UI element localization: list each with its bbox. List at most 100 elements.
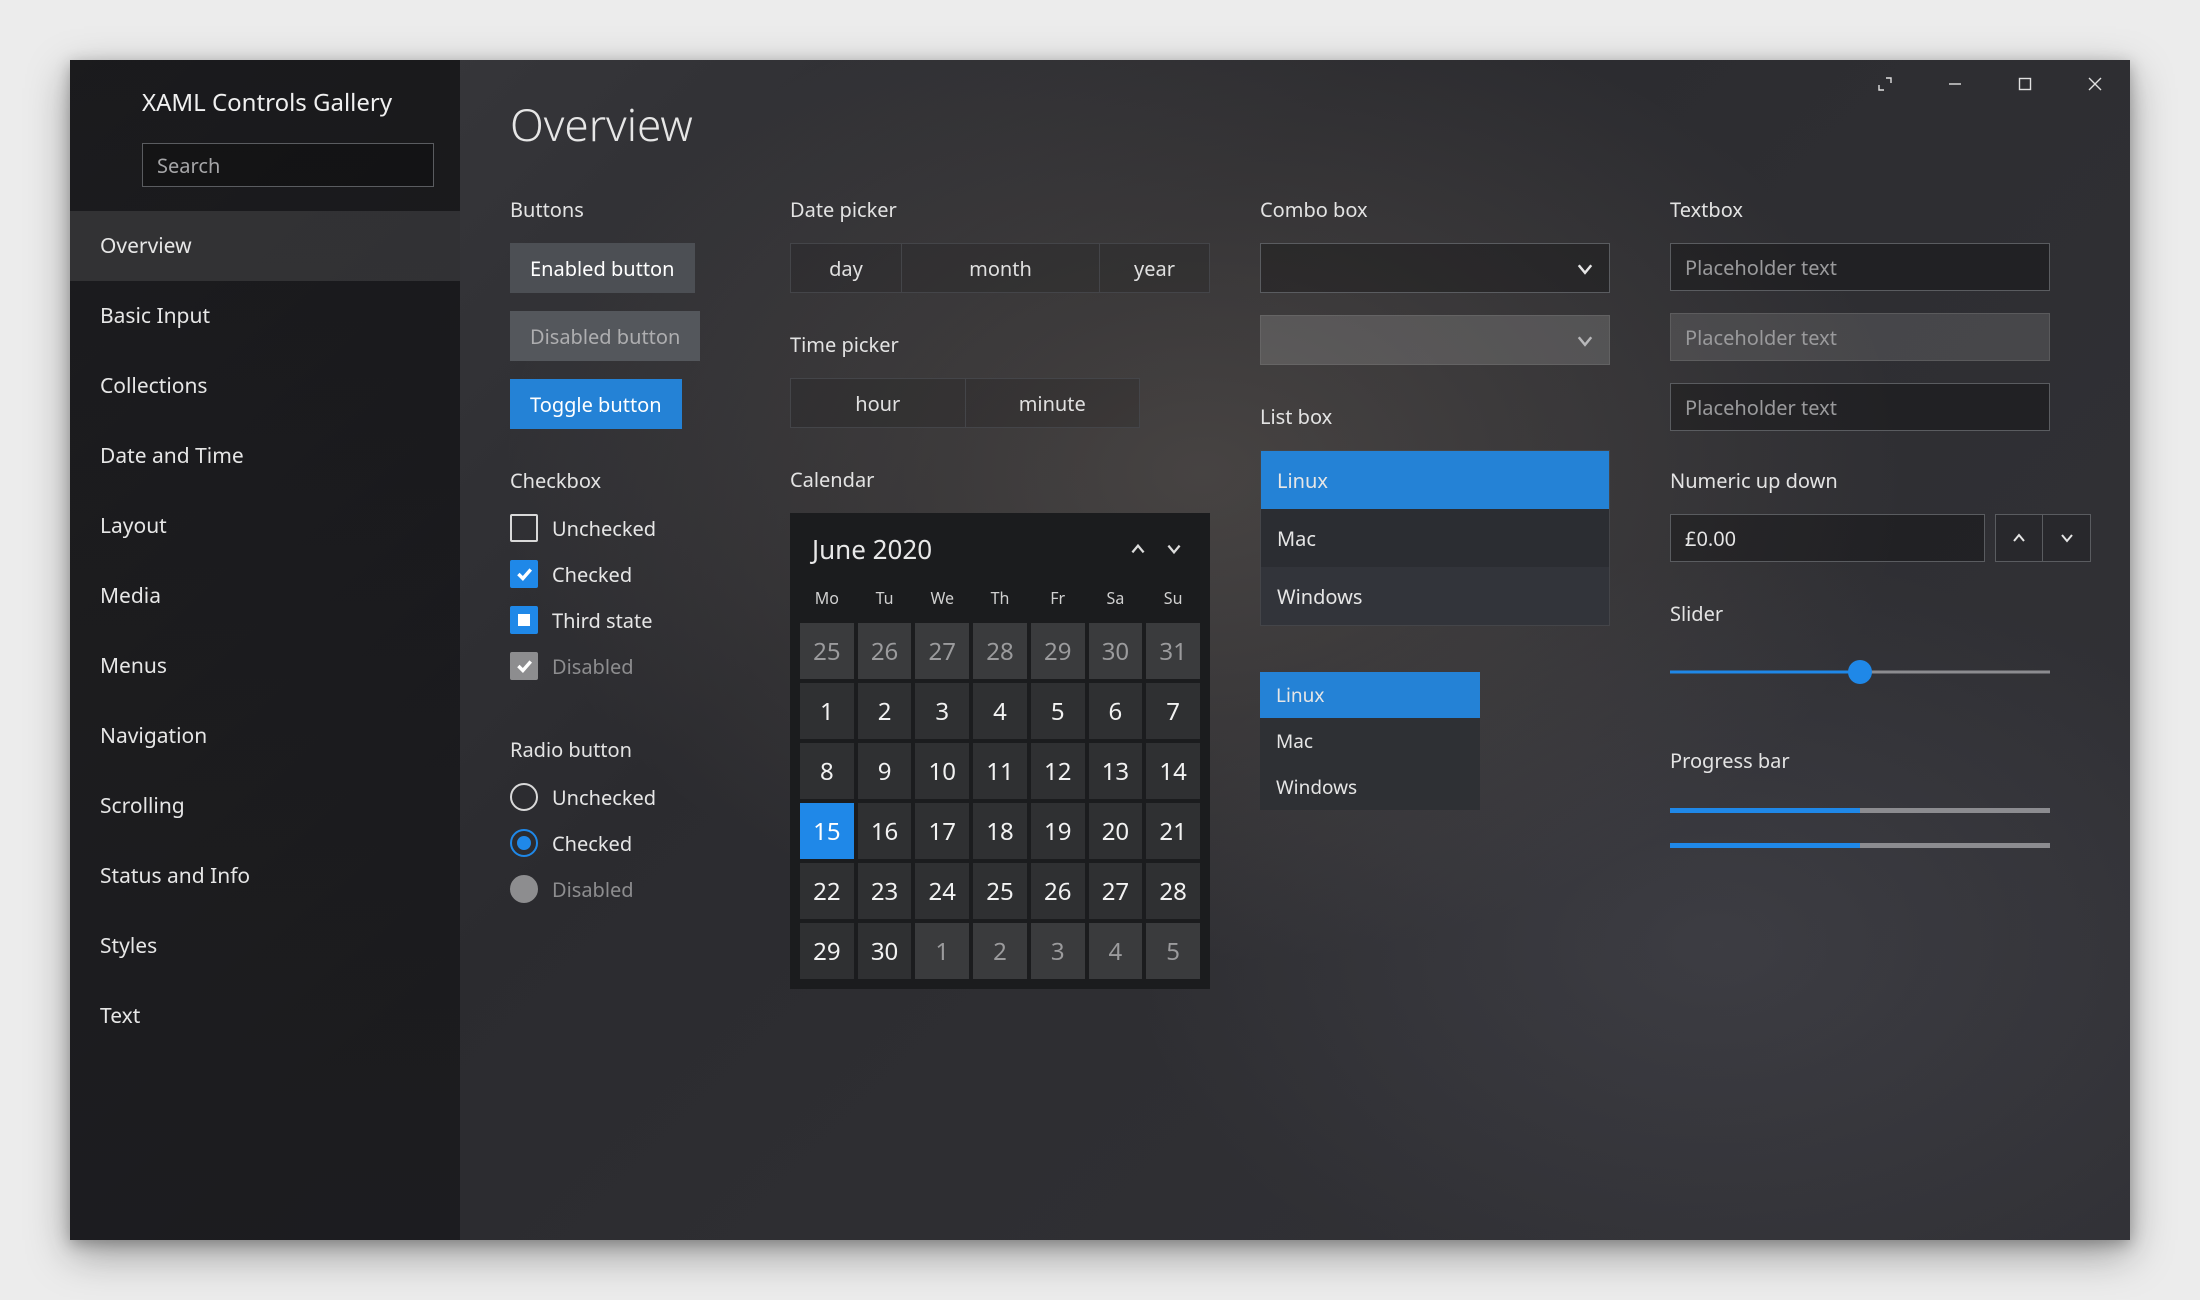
checkbox-third[interactable]: Third state (510, 606, 750, 634)
calendar-day[interactable]: 18 (973, 803, 1027, 859)
calendar-day[interactable]: 4 (1089, 923, 1143, 979)
calendar-day[interactable]: 2 (858, 683, 912, 739)
time-picker[interactable]: hour minute (790, 378, 1140, 428)
list-item[interactable]: Windows (1260, 764, 1480, 810)
calendar-day[interactable]: 5 (1031, 683, 1085, 739)
calendar-day[interactable]: 8 (800, 743, 854, 799)
calendar-day[interactable]: 15 (800, 803, 854, 859)
calendar-day[interactable]: 28 (973, 623, 1027, 679)
calendar-day[interactable]: 20 (1089, 803, 1143, 859)
calendar-day[interactable]: 16 (858, 803, 912, 859)
calendar-day[interactable]: 31 (1146, 623, 1200, 679)
calendar-day[interactable]: 17 (915, 803, 969, 859)
calendar-day[interactable]: 27 (915, 623, 969, 679)
calendar-day[interactable]: 23 (858, 863, 912, 919)
calendar-day[interactable]: 19 (1031, 803, 1085, 859)
enabled-button[interactable]: Enabled button (510, 243, 695, 293)
toggle-button[interactable]: Toggle button (510, 379, 682, 429)
calendar-title[interactable]: June 2020 (812, 531, 1120, 567)
calendar-next-button[interactable] (1156, 531, 1192, 567)
sidebar-item-menus[interactable]: Menus (70, 631, 460, 701)
calendar-day[interactable]: 7 (1146, 683, 1200, 739)
sidebar-item-navigation[interactable]: Navigation (70, 701, 460, 771)
calendar-day[interactable]: 5 (1146, 923, 1200, 979)
radio-label: Unchecked (552, 784, 656, 811)
maximize-button[interactable] (1990, 60, 2060, 108)
date-picker-year[interactable]: year (1099, 244, 1209, 292)
app-title: XAML Controls Gallery (70, 86, 460, 119)
calendar-day[interactable]: 11 (973, 743, 1027, 799)
checkbox-unchecked[interactable]: Unchecked (510, 514, 750, 542)
list-box[interactable]: LinuxMacWindows (1260, 450, 1610, 626)
calendar-day[interactable]: 4 (973, 683, 1027, 739)
search-input[interactable] (142, 143, 434, 187)
calendar-day[interactable]: 1 (800, 683, 854, 739)
sidebar-item-media[interactable]: Media (70, 561, 460, 631)
date-picker-day[interactable]: day (791, 244, 901, 292)
sidebar-item-text[interactable]: Text (70, 981, 460, 1051)
calendar-day[interactable]: 30 (1089, 623, 1143, 679)
calendar-day[interactable]: 26 (858, 623, 912, 679)
list-item[interactable]: Mac (1260, 718, 1480, 764)
slider-fill (1670, 671, 1860, 674)
calendar-day[interactable]: 2 (973, 923, 1027, 979)
calendar-day[interactable]: 28 (1146, 863, 1200, 919)
date-picker[interactable]: day month year (790, 243, 1210, 293)
calendar-day[interactable]: 12 (1031, 743, 1085, 799)
sidebar-item-date-and-time[interactable]: Date and Time (70, 421, 460, 491)
list-box-compact[interactable]: LinuxMacWindows (1260, 672, 1480, 810)
combo-box[interactable] (1260, 243, 1610, 293)
list-item[interactable]: Windows (1261, 567, 1609, 625)
calendar-day[interactable]: 21 (1146, 803, 1200, 859)
time-picker-hour[interactable]: hour (791, 379, 965, 427)
sidebar-item-styles[interactable]: Styles (70, 911, 460, 981)
date-picker-month[interactable]: month (901, 244, 1099, 292)
sidebar-item-scrolling[interactable]: Scrolling (70, 771, 460, 841)
calendar-day[interactable]: 25 (800, 623, 854, 679)
calendar-day[interactable]: 29 (1031, 623, 1085, 679)
sidebar-item-overview[interactable]: Overview (70, 211, 460, 281)
numeric-up-button[interactable] (1995, 514, 2043, 562)
textbox-3[interactable] (1670, 383, 2050, 431)
sidebar-item-basic-input[interactable]: Basic Input (70, 281, 460, 351)
calendar-day[interactable]: 3 (1031, 923, 1085, 979)
list-item[interactable]: Mac (1261, 509, 1609, 567)
calendar-day[interactable]: 10 (915, 743, 969, 799)
sidebar-item-layout[interactable]: Layout (70, 491, 460, 561)
sidebar-item-collections[interactable]: Collections (70, 351, 460, 421)
calendar-day[interactable]: 26 (1031, 863, 1085, 919)
numeric-down-button[interactable] (2043, 514, 2091, 562)
list-item[interactable]: Linux (1261, 451, 1609, 509)
calendar-day[interactable]: 6 (1089, 683, 1143, 739)
calendar-day[interactable]: 24 (915, 863, 969, 919)
list-item[interactable]: Linux (1260, 672, 1480, 718)
numeric-input[interactable] (1670, 514, 1985, 562)
page-title: Overview (510, 94, 2080, 154)
section-combo: Combo box (1260, 196, 1630, 223)
calendar-day[interactable]: 30 (858, 923, 912, 979)
minimize-button[interactable] (1920, 60, 1990, 108)
radio-unchecked[interactable]: Unchecked (510, 783, 750, 811)
calendar-day[interactable]: 25 (973, 863, 1027, 919)
calendar-day[interactable]: 27 (1089, 863, 1143, 919)
textbox-1[interactable] (1670, 243, 2050, 291)
calendar-day[interactable]: 13 (1089, 743, 1143, 799)
progress-fill (1670, 808, 1860, 813)
calendar-day[interactable]: 1 (915, 923, 969, 979)
time-picker-minute[interactable]: minute (965, 379, 1140, 427)
checkbox-checked[interactable]: Checked (510, 560, 750, 588)
calendar-day[interactable]: 9 (858, 743, 912, 799)
fullscreen-button[interactable] (1850, 60, 1920, 108)
slider[interactable] (1670, 657, 2050, 687)
calendar-day[interactable]: 3 (915, 683, 969, 739)
calendar-day[interactable]: 29 (800, 923, 854, 979)
radio-checked[interactable]: Checked (510, 829, 750, 857)
calendar-day[interactable]: 14 (1146, 743, 1200, 799)
numeric-up-down[interactable] (1670, 514, 2050, 562)
close-button[interactable] (2060, 60, 2130, 108)
section-listbox: List box (1260, 403, 1630, 430)
sidebar-item-status-and-info[interactable]: Status and Info (70, 841, 460, 911)
calendar-prev-button[interactable] (1120, 531, 1156, 567)
slider-thumb[interactable] (1848, 660, 1872, 684)
calendar-day[interactable]: 22 (800, 863, 854, 919)
